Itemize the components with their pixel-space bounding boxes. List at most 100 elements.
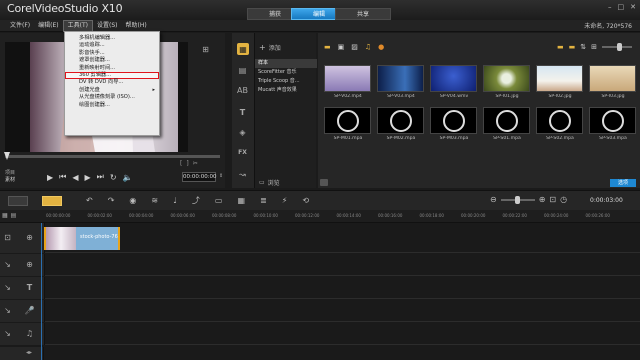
menu-edit[interactable]: 编辑(E) [34, 21, 62, 31]
scroll-left-icon[interactable]: ◂▸ [26, 349, 32, 356]
zoom-slider-handle[interactable] [514, 195, 520, 204]
options-button[interactable]: 选项 [610, 179, 636, 187]
close-icon[interactable]: ✕ [630, 3, 636, 11]
slider-handle[interactable] [617, 43, 622, 51]
media-item[interactable]: SP-I01.jpg [483, 65, 531, 99]
media-item[interactable]: SP-S02.mpa [536, 107, 584, 141]
undo-icon[interactable]: ↶ [86, 196, 93, 205]
folder-item-scorefitter[interactable]: ScoreFitter 音乐 [255, 68, 317, 77]
split-icon[interactable]: ✂ [193, 160, 198, 167]
timeline-ruler[interactable]: ▦ ▤ 00:00:00:00 00:00:02:00 00:00:04:00 00:… [0, 210, 640, 223]
volume-icon[interactable]: 🔈 [123, 173, 133, 182]
media-item[interactable]: SP-V04.wmv [430, 65, 478, 99]
sound-mixer-icon[interactable]: ≋ [151, 196, 158, 205]
menu-file[interactable]: 文件(F) [6, 21, 34, 31]
loop-icon[interactable]: ⟲ [302, 196, 309, 205]
redo-icon[interactable]: ↷ [108, 196, 115, 205]
menu-item-mask-creator[interactable]: 遮罩创建器... [65, 57, 159, 64]
mode-clip[interactable]: 素材 [5, 177, 31, 184]
media-item[interactable]: SP-M02.mpa [377, 107, 425, 141]
audio-filter-icon[interactable]: ♫ [365, 43, 371, 51]
ripple-edit-icon[interactable]: ▤ [11, 212, 17, 219]
media-item[interactable]: SP-S01.mpa [483, 107, 531, 141]
media-item[interactable]: SP-I02.jpg [536, 65, 584, 99]
menu-item-motion-tracking[interactable]: 运动追踪... [65, 42, 159, 49]
grid-icon[interactable]: ⊞ [591, 43, 597, 51]
timeline-view-button[interactable] [42, 196, 62, 206]
track-visibility-icon[interactable]: ↘ [2, 328, 13, 339]
menu-item-burn-iso[interactable]: 从光盘镜像刻录 (ISO)... [65, 94, 159, 101]
timeline-timecode[interactable]: 0:00:03:00 [590, 197, 623, 204]
track-visibility-icon[interactable]: ⊡ [2, 232, 13, 243]
home-icon[interactable]: ⏮ [59, 172, 66, 182]
mark-in-icon[interactable]: [ [180, 160, 182, 167]
mode-project[interactable]: 项目 [5, 170, 31, 177]
folder-icon[interactable]: ▬ [324, 43, 331, 51]
photo-filter-icon[interactable]: ▨ [351, 43, 358, 51]
video-filter-icon[interactable]: ▣ [338, 43, 345, 51]
next-frame-icon[interactable]: ▶ [85, 173, 91, 182]
track-visibility-icon[interactable]: ↘ [2, 282, 13, 293]
media-item[interactable]: SP-S03.mpa [589, 107, 637, 141]
list-view-icon[interactable]: ▬ [557, 43, 564, 51]
speed-icon[interactable]: ⚡ [282, 196, 288, 205]
timeline-clip[interactable]: stock-photo-76 [44, 227, 120, 250]
library-scroll-left-icon[interactable] [320, 179, 328, 186]
sort-icon[interactable]: ⇅ [580, 43, 586, 51]
add-folder-button[interactable]: + 添加 [259, 43, 281, 52]
folder-item-sound-effects[interactable]: Mucatt 声音效果 [255, 86, 317, 95]
menu-item-dv-to-dvd[interactable]: DV 转 DVD 向导... [65, 79, 159, 86]
crop-icon[interactable]: ⊞ [200, 44, 211, 55]
subtitle-icon[interactable]: ▭ [215, 196, 223, 205]
media-item[interactable]: SP-M03.mpa [430, 107, 478, 141]
thumbnail-view-icon[interactable]: ▬ [569, 43, 576, 51]
auto-music-icon[interactable]: ♩ [173, 196, 177, 205]
zoom-in-icon[interactable]: ⊕ [539, 195, 546, 204]
music-icon [548, 109, 571, 132]
media-item[interactable]: SP-M01.mpa [324, 107, 372, 141]
end-icon[interactable]: ⏭ [97, 172, 104, 182]
motion-icon[interactable]: ⤴ [192, 195, 200, 206]
track-manager-icon[interactable]: ≣ [260, 196, 267, 205]
storyboard-view-button[interactable] [8, 196, 28, 206]
fx-filter-icon[interactable]: FX [237, 147, 248, 158]
menu-item-time-remap[interactable]: 重新映射时间... [65, 65, 159, 72]
instant-project-icon[interactable]: ▤ [237, 65, 248, 76]
timecode-spinner-icon[interactable]: ⇕ [219, 173, 223, 179]
clock-icon[interactable]: ◷ [560, 195, 567, 204]
browse-button[interactable]: ▭ 浏览 [259, 178, 280, 187]
media-item[interactable]: SP-I03.jpg [589, 65, 637, 99]
menu-item-paint-creator[interactable]: 绘图创建器... [65, 102, 159, 109]
show-all-tracks-icon[interactable]: ▦ [2, 212, 8, 219]
mark-out-icon[interactable]: ] [186, 160, 188, 167]
media-item[interactable]: SP-V02.mp4 [324, 65, 372, 99]
folder-item-sample[interactable]: 样本 [255, 59, 317, 68]
menu-settings[interactable]: 设置(S) [93, 21, 122, 31]
thumb-size-slider[interactable] [602, 43, 632, 51]
track-visibility-icon[interactable]: ↘ [2, 259, 13, 270]
graphic-icon[interactable]: ◈ [237, 127, 248, 138]
play-icon[interactable]: ▶ [47, 173, 53, 182]
tab-share[interactable]: 共享 [335, 8, 391, 20]
zoom-out-icon[interactable]: ⊖ [490, 195, 497, 204]
multi-trim-icon[interactable]: ▦ [237, 196, 245, 205]
scrubber-track[interactable] [5, 155, 220, 158]
title-icon[interactable]: T [237, 107, 248, 118]
fit-project-icon[interactable]: ⊡ [549, 195, 556, 204]
record-capture-icon[interactable]: ◉ [129, 196, 136, 205]
zoom-slider[interactable] [500, 195, 535, 204]
transition-icon[interactable]: AB [237, 85, 248, 96]
track-visibility-icon[interactable]: ↘ [2, 305, 13, 316]
media-library-icon[interactable]: ▦ [237, 43, 249, 55]
repeat-icon[interactable]: ↻ [110, 173, 117, 182]
maximize-icon[interactable]: □ [618, 3, 625, 11]
stock-icon[interactable]: ● [378, 43, 384, 51]
minimize-icon[interactable]: – [608, 3, 612, 11]
menu-tools[interactable]: 工具(T) [62, 19, 93, 32]
media-item[interactable]: SP-V03.mp4 [377, 65, 425, 99]
path-icon[interactable]: ↝ [237, 169, 248, 180]
player-timecode[interactable]: 00:00:00:00 [182, 172, 217, 182]
folder-item-triple-scoop[interactable]: Triple Scoop 音... [255, 77, 317, 86]
prev-frame-icon[interactable]: ◀ [72, 173, 78, 182]
menu-help[interactable]: 帮助(H) [121, 21, 150, 31]
